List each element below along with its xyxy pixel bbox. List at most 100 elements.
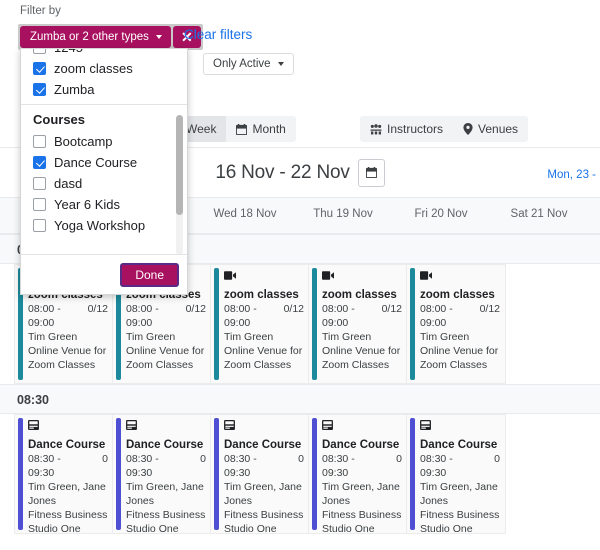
users-icon (370, 124, 382, 135)
event-title-row: Dance Course (126, 419, 206, 452)
event-title-row: zoom classes (322, 269, 402, 302)
event-body: zoom classes08:00 -09:000/12Tim GreenOnl… (317, 265, 407, 383)
event-capacity: 0 (396, 452, 402, 480)
view-button-venues-label: Venues (478, 122, 518, 136)
event-capacity: 0/12 (382, 302, 402, 330)
dropdown-option-label: dasd (54, 176, 82, 191)
event-card[interactable]: Dance Course08:30 -09:300Tim Green, Jane… (406, 414, 506, 534)
checkbox-icon[interactable] (33, 177, 46, 190)
dropdown-option-label: zoom classes (54, 61, 133, 76)
resource-switch-group: Instructors Venues (360, 116, 528, 142)
event-title-row: Dance Course (322, 419, 402, 452)
event-title: zoom classes (322, 288, 397, 302)
dropdown-option-course-1[interactable]: Dance Course (21, 152, 187, 173)
event-instructor: Tim Green, Jane Jones (224, 480, 304, 508)
event-time-row: 08:00 -09:000/12 (28, 302, 108, 330)
event-title: Dance Course (126, 438, 203, 452)
filter-type-dropdown-trigger[interactable]: Zumba or 2 other types (20, 26, 171, 48)
event-title: zoom classes (420, 288, 495, 302)
dropdown-option-type-1[interactable]: Zumba (21, 79, 187, 100)
book-icon (420, 420, 431, 430)
event-capacity: 0 (298, 452, 304, 480)
next-week-link[interactable]: Mon, 23 - (547, 169, 596, 181)
checkbox-icon[interactable] (33, 156, 46, 169)
clear-filters-link[interactable]: Clear filters (184, 27, 252, 42)
event-title-row: Dance Course (420, 419, 500, 452)
event-body: zoom classes08:00 -09:000/12Tim GreenOnl… (415, 265, 505, 383)
dropdown-option-label: Bootcamp (54, 134, 113, 149)
book-icon (126, 420, 137, 430)
event-body: Dance Course08:30 -09:300Tim Green, Jane… (219, 415, 309, 533)
view-button-instructors[interactable]: Instructors (360, 116, 453, 142)
event-venue: Fitness Business Studio One (224, 508, 304, 534)
dropdown-option-label: Zumba (54, 82, 94, 97)
event-time: 08:00 -09:00 (420, 302, 453, 330)
event-instructor: Tim Green, Jane Jones (322, 480, 402, 508)
checkbox-icon[interactable] (33, 83, 46, 96)
event-card[interactable]: zoom classes08:00 -09:000/12Tim GreenOnl… (308, 264, 408, 384)
filter-chip-label: Zumba or 2 other types (30, 31, 149, 43)
checkbox-icon[interactable] (33, 62, 46, 75)
dropdown-group-title: Courses (21, 105, 187, 131)
event-capacity: 0/12 (480, 302, 500, 330)
view-button-venues[interactable]: Venues (453, 116, 528, 142)
filter-type-dropdown-panel: 1245 zoom classes Zumba Courses Bootcamp Danc… (20, 48, 188, 295)
view-button-month[interactable]: Month (226, 116, 295, 142)
event-time: 08:00 -09:00 (126, 302, 159, 330)
view-button-instructors-label: Instructors (387, 122, 443, 136)
dropdown-done-button[interactable]: Done (120, 263, 179, 287)
dropdown-scroll-area: 1245 zoom classes Zumba Courses Bootcamp Danc… (21, 49, 187, 254)
event-instructor: Tim Green (224, 330, 304, 344)
event-time-row: 08:30 -09:300 (420, 452, 500, 480)
event-instructor: Tim Green (126, 330, 206, 344)
event-time: 08:00 -09:00 (224, 302, 257, 330)
event-capacity: 0/12 (88, 302, 108, 330)
event-time-row: 08:30 -09:300 (28, 452, 108, 480)
event-venue: Online Venue for Zoom Classes (28, 344, 108, 372)
event-card[interactable]: Dance Course08:30 -09:300Tim Green, Jane… (210, 414, 310, 534)
filter-by-label: Filter by (20, 5, 61, 17)
checkbox-icon[interactable] (33, 198, 46, 211)
day-header-3: Sat 21 Nov (484, 208, 594, 220)
video-camera-icon (224, 271, 236, 280)
dropdown-option-course-3[interactable]: Year 6 Kids (21, 194, 187, 215)
event-title: Dance Course (420, 438, 497, 452)
video-camera-icon (322, 271, 334, 280)
only-active-label: Only Active (213, 58, 271, 70)
dropdown-option-course-0[interactable]: Bootcamp (21, 131, 187, 152)
event-body: zoom classes08:00 -09:000/12Tim GreenOnl… (219, 265, 309, 383)
event-time-row: 08:00 -09:00 0/12 (224, 302, 304, 330)
dropdown-option-type-0[interactable]: zoom classes (21, 58, 187, 79)
chevron-down-icon (156, 35, 162, 39)
event-instructor: Tim Green (28, 330, 108, 344)
event-time: 08:30 -09:30 (322, 452, 355, 480)
only-active-dropdown[interactable]: Only Active (203, 53, 294, 75)
event-time-row: 08:00 -09:000/12 (126, 302, 206, 330)
view-button-month-label: Month (252, 122, 285, 136)
checkbox-icon[interactable] (33, 49, 46, 54)
event-capacity: 0/12 (284, 302, 304, 330)
time-label: 08:30 (17, 393, 49, 407)
event-venue: Online Venue for Zoom Classes (224, 344, 304, 372)
event-card[interactable]: zoom classes08:00 -09:000/12Tim GreenOnl… (406, 264, 506, 384)
event-capacity: 0 (494, 452, 500, 480)
event-card[interactable]: Dance Course08:30 -09:30 0Tim Green, Jane… (308, 414, 408, 534)
calendar-icon (366, 167, 377, 178)
chevron-down-icon (278, 62, 284, 66)
date-picker-button[interactable] (358, 159, 385, 187)
dropdown-option-course-4[interactable]: Yoga Workshop (21, 215, 187, 236)
event-card[interactable]: Dance Course08:30 -09:300Tim Green, Jane… (14, 414, 114, 534)
dropdown-option-course-2[interactable]: dasd (21, 173, 187, 194)
event-body: Dance Course08:30 -09:30 0Tim Green, Jane… (317, 415, 407, 533)
event-venue: Fitness Business Studio One (126, 508, 206, 534)
checkbox-icon[interactable] (33, 135, 46, 148)
event-card[interactable]: zoom classes08:00 -09:000/12Tim GreenOnl… (210, 264, 310, 384)
event-time-row: 08:30 -09:30 0 (322, 452, 402, 480)
dropdown-scrollbar-thumb[interactable] (176, 115, 183, 215)
time-band-1: 08:30 (0, 384, 600, 414)
event-card[interactable]: Dance Course08:30 -09:300Tim Green, Jane… (112, 414, 212, 534)
event-title-row: zoom classes (420, 269, 500, 302)
checkbox-icon[interactable] (33, 219, 46, 232)
dropdown-option-clipped[interactable]: 1245 (21, 49, 187, 58)
dropdown-footer: Done (21, 254, 187, 294)
